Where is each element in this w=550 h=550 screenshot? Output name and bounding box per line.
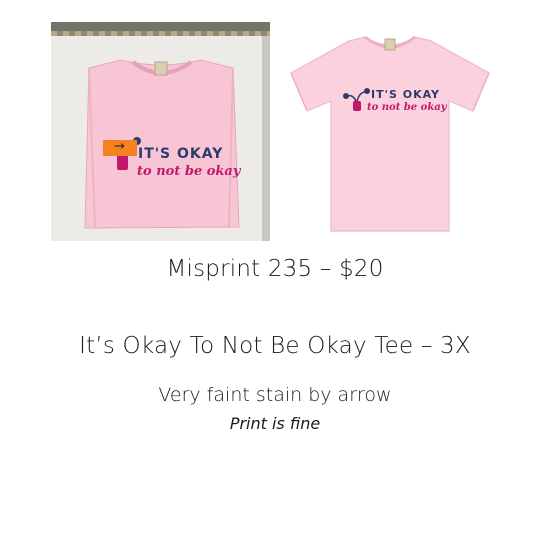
neck-label xyxy=(154,61,168,76)
folded-shirt-graphic xyxy=(84,59,240,229)
tag-arrow-icon: → xyxy=(114,139,125,154)
folded-print-line2: to not be okay xyxy=(137,164,241,179)
tshirt-graphic xyxy=(290,35,490,232)
folded-shirt-photo: → IT'S OKAY to not be okay xyxy=(51,22,270,241)
condition-note: Very faint stain by arrow xyxy=(158,384,392,406)
flat-print-line2: to not be okay xyxy=(367,102,447,113)
folded-print-line1: IT'S OKAY xyxy=(138,146,224,162)
flat-neck-label xyxy=(384,38,396,51)
flat-print-line1: IT'S OKAY xyxy=(371,88,441,101)
product-name-line: It’s Okay To Not Be Okay Tee – 3X xyxy=(79,333,471,359)
condition-sub-note: Print is fine xyxy=(229,414,321,433)
price-line: Misprint 235 – $20 xyxy=(166,256,384,282)
flat-shirt-photo: IT'S OKAY to not be okay xyxy=(283,33,497,235)
